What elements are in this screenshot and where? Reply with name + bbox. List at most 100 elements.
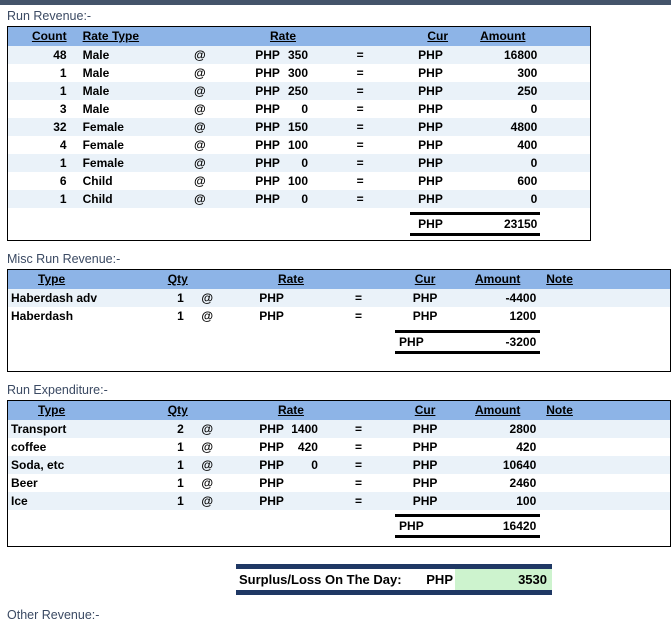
total-currency-cell[interactable]: PHP <box>395 332 455 353</box>
at-cell[interactable]: @ <box>184 100 216 118</box>
count-cell[interactable]: 1 <box>8 64 72 82</box>
rate-cell[interactable]: 0 <box>282 100 310 118</box>
currency-cell[interactable]: PHP <box>225 456 290 474</box>
note-cell[interactable] <box>540 456 600 474</box>
rate-cell[interactable]: 1400 <box>290 420 322 438</box>
at-cell[interactable]: @ <box>190 289 225 307</box>
rate-cell[interactable] <box>290 289 322 307</box>
equals-cell[interactable]: = <box>322 492 395 510</box>
rate-cell[interactable]: 0 <box>282 154 310 172</box>
currency-cell[interactable]: PHP <box>410 64 465 82</box>
equals-cell[interactable]: = <box>322 438 395 456</box>
rate-type-cell[interactable]: Male <box>72 64 184 82</box>
currency-cell[interactable]: PHP <box>225 474 290 492</box>
total-amount-cell[interactable]: 16420 <box>455 516 540 537</box>
rate-type-cell[interactable]: Child <box>72 172 184 190</box>
header-type[interactable]: Type <box>8 401 138 421</box>
currency-cell[interactable]: PHP <box>410 100 465 118</box>
header-qty[interactable]: Qty <box>138 270 190 290</box>
note-cell[interactable] <box>540 474 600 492</box>
rate-type-cell[interactable]: Female <box>72 118 184 136</box>
equals-cell[interactable]: = <box>310 190 410 208</box>
amount-cell[interactable]: 0 <box>465 154 540 172</box>
amount-cell[interactable]: 300 <box>465 64 540 82</box>
at-cell[interactable]: @ <box>190 438 225 456</box>
currency-cell[interactable]: PHP <box>225 438 290 456</box>
currency-cell[interactable]: PHP <box>395 474 455 492</box>
at-cell[interactable]: @ <box>184 82 216 100</box>
currency-cell[interactable]: PHP <box>216 82 282 100</box>
rate-cell[interactable]: 0 <box>282 190 310 208</box>
note-cell[interactable] <box>540 289 600 307</box>
equals-cell[interactable]: = <box>310 136 410 154</box>
amount-cell[interactable]: 10640 <box>455 456 540 474</box>
equals-cell[interactable]: = <box>322 420 395 438</box>
amount-cell[interactable]: -4400 <box>455 289 540 307</box>
amount-cell[interactable]: 0 <box>465 190 540 208</box>
rate-cell[interactable] <box>290 307 322 325</box>
currency-cell[interactable]: PHP <box>395 492 455 510</box>
rate-cell[interactable]: 350 <box>282 46 310 64</box>
amount-cell[interactable]: 0 <box>465 100 540 118</box>
equals-cell[interactable]: = <box>322 456 395 474</box>
currency-cell[interactable]: PHP <box>216 46 282 64</box>
rate-type-cell[interactable]: Male <box>72 82 184 100</box>
currency-cell[interactable]: PHP <box>395 420 455 438</box>
header-note[interactable]: Note <box>540 270 600 290</box>
equals-cell[interactable]: = <box>310 100 410 118</box>
total-amount-cell[interactable]: 23150 <box>465 214 540 235</box>
currency-cell[interactable]: PHP <box>216 118 282 136</box>
count-cell[interactable]: 32 <box>8 118 72 136</box>
currency-cell[interactable]: PHP <box>395 307 455 325</box>
at-cell[interactable]: @ <box>190 420 225 438</box>
surplus-amount-cell[interactable]: 3530 <box>455 569 552 590</box>
total-amount-cell[interactable]: -3200 <box>455 332 540 353</box>
rate-cell[interactable] <box>290 474 322 492</box>
rate-cell[interactable]: 100 <box>282 172 310 190</box>
amount-cell[interactable]: 100 <box>455 492 540 510</box>
at-cell[interactable]: @ <box>190 492 225 510</box>
currency-cell[interactable]: PHP <box>410 172 465 190</box>
header-amount[interactable]: Amount <box>455 270 540 290</box>
rate-cell[interactable] <box>290 492 322 510</box>
at-cell[interactable]: @ <box>190 474 225 492</box>
at-cell[interactable]: @ <box>184 64 216 82</box>
at-cell[interactable]: @ <box>184 190 216 208</box>
rate-type-cell[interactable]: Male <box>72 100 184 118</box>
qty-cell[interactable]: 1 <box>138 438 190 456</box>
amount-cell[interactable]: 420 <box>455 438 540 456</box>
count-cell[interactable]: 1 <box>8 154 72 172</box>
amount-cell[interactable]: 2800 <box>455 420 540 438</box>
at-cell[interactable]: @ <box>184 136 216 154</box>
equals-cell[interactable]: = <box>310 154 410 172</box>
currency-cell[interactable]: PHP <box>410 46 465 64</box>
at-cell[interactable]: @ <box>190 307 225 325</box>
header-rate-type[interactable]: Rate Type <box>72 27 184 47</box>
currency-cell[interactable]: PHP <box>225 420 290 438</box>
currency-cell[interactable]: PHP <box>410 136 465 154</box>
total-currency-cell[interactable]: PHP <box>410 214 465 235</box>
count-cell[interactable]: 1 <box>8 82 72 100</box>
count-cell[interactable]: 6 <box>8 172 72 190</box>
amount-cell[interactable]: 16800 <box>465 46 540 64</box>
currency-cell[interactable]: PHP <box>216 172 282 190</box>
rate-cell[interactable]: 300 <box>282 64 310 82</box>
note-cell[interactable] <box>540 438 600 456</box>
equals-cell[interactable]: = <box>310 46 410 64</box>
header-cur[interactable]: Cur <box>395 270 455 290</box>
rate-cell[interactable]: 100 <box>282 136 310 154</box>
rate-cell[interactable]: 0 <box>290 456 322 474</box>
note-cell[interactable] <box>540 420 600 438</box>
currency-cell[interactable]: PHP <box>216 100 282 118</box>
count-cell[interactable]: 48 <box>8 46 72 64</box>
type-cell[interactable]: Haberdash adv <box>8 289 138 307</box>
header-amount[interactable]: Amount <box>455 401 540 421</box>
rate-cell[interactable]: 150 <box>282 118 310 136</box>
type-cell[interactable]: coffee <box>8 438 138 456</box>
header-cur[interactable]: Cur <box>395 401 455 421</box>
currency-cell[interactable]: PHP <box>216 136 282 154</box>
header-type[interactable]: Type <box>8 270 138 290</box>
currency-cell[interactable]: PHP <box>410 154 465 172</box>
type-cell[interactable]: Haberdash <box>8 307 138 325</box>
currency-cell[interactable]: PHP <box>216 64 282 82</box>
